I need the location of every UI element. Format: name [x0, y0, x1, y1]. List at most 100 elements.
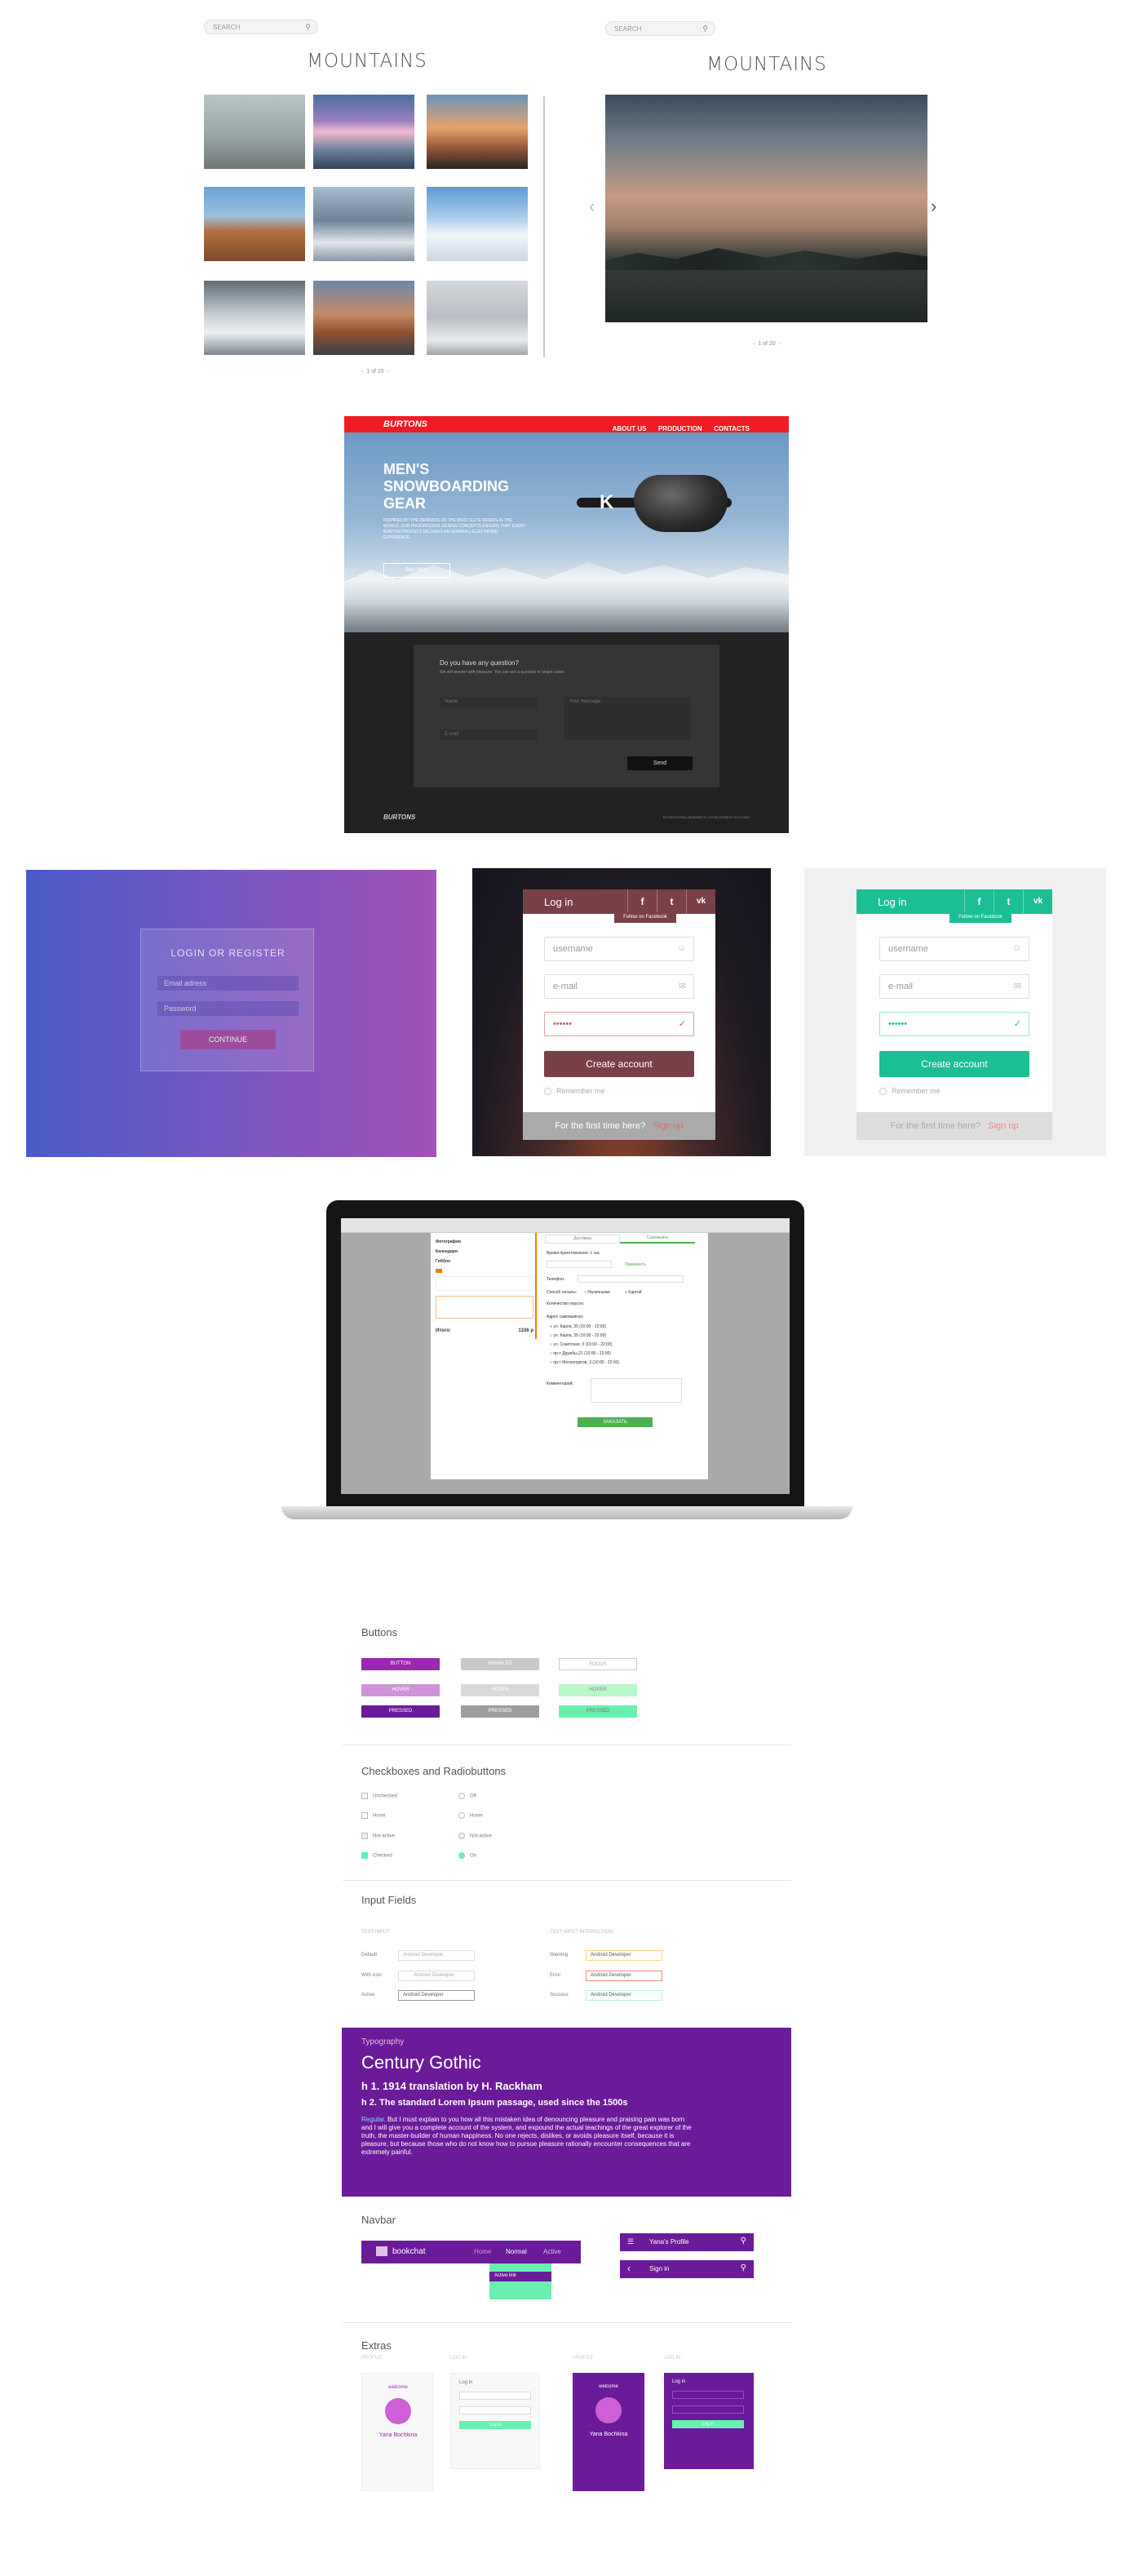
- next-icon[interactable]: ›: [779, 341, 781, 347]
- checkbox-not-active[interactable]: Not-active: [361, 1833, 395, 1839]
- nav-about[interactable]: ABOUT US: [613, 425, 647, 432]
- apply-link[interactable]: Применить: [625, 1262, 646, 1267]
- address-option[interactable]: ○ пр-т Металлургов, 3 (10:00 - 22:00): [550, 1359, 619, 1368]
- input-with-icon[interactable]: Android Developer: [398, 1971, 475, 1981]
- payment-cash[interactable]: ○ Наличными: [584, 1290, 610, 1295]
- burton-logo[interactable]: BURTONS: [383, 419, 427, 429]
- next-icon[interactable]: ›: [387, 369, 389, 375]
- radio-on[interactable]: On: [458, 1852, 476, 1859]
- vk-icon[interactable]: vk: [1023, 889, 1052, 914]
- btn-green-pressed[interactable]: PRESSED: [559, 1705, 637, 1718]
- input-success[interactable]: Android Developer: [586, 1990, 662, 2001]
- email-input[interactable]: Email adress: [157, 976, 299, 991]
- create-account-button[interactable]: Create account: [544, 1051, 694, 1077]
- username-input[interactable]: username ☺: [544, 937, 694, 961]
- navbar-brand[interactable]: bookchat: [392, 2247, 426, 2256]
- password-input[interactable]: •••••• ✓: [879, 1012, 1029, 1036]
- dropdown-item[interactable]: Active link: [489, 2272, 551, 2281]
- prev-icon[interactable]: ‹: [753, 341, 755, 347]
- gallery-main-image[interactable]: [605, 95, 927, 322]
- payment-card[interactable]: ● Картой: [625, 1290, 642, 1295]
- search-input[interactable]: SEARCH ⚲: [605, 21, 715, 36]
- gallery-thumb[interactable]: [427, 95, 528, 169]
- sign-up-link[interactable]: Sign up: [653, 1121, 683, 1131]
- gallery-thumb[interactable]: [427, 187, 528, 261]
- back-icon[interactable]: ‹: [627, 2263, 631, 2274]
- gallery-thumb[interactable]: [313, 281, 414, 355]
- name-input[interactable]: Name: [440, 697, 538, 707]
- send-button[interactable]: Send: [627, 756, 693, 770]
- email-input[interactable]: e-mail ✉: [879, 974, 1029, 999]
- password-input[interactable]: Password: [157, 1001, 299, 1016]
- btn-grey-pressed[interactable]: PRESSED: [461, 1705, 539, 1718]
- gallery-thumb[interactable]: [204, 95, 305, 169]
- facebook-icon[interactable]: f: [627, 889, 657, 914]
- comment-textarea[interactable]: [591, 1378, 682, 1403]
- radio-off[interactable]: Off: [458, 1793, 476, 1799]
- login-button[interactable]: Log in: [459, 2421, 531, 2429]
- input-active[interactable]: Android Developer: [398, 1990, 475, 2001]
- continue-button[interactable]: CONTINUE: [180, 1030, 276, 1049]
- promo-input[interactable]: [547, 1261, 612, 1268]
- checkbox-checked[interactable]: Checked: [361, 1852, 392, 1859]
- btn-grey-hover[interactable]: HOVER: [461, 1684, 539, 1696]
- input-error[interactable]: Android Developer: [586, 1971, 662, 1981]
- search-icon[interactable]: ⚲: [741, 2237, 746, 2246]
- btn-focus[interactable]: FOCUS: [559, 1658, 637, 1670]
- create-account-button[interactable]: Create account: [879, 1051, 1029, 1077]
- next-arrow-icon[interactable]: ›: [931, 196, 936, 217]
- gallery-thumb[interactable]: [313, 187, 414, 261]
- vk-icon[interactable]: vk: [686, 889, 715, 914]
- password-input[interactable]: •••••• ✓: [544, 1012, 694, 1036]
- btn-disabled[interactable]: DISABLED: [461, 1658, 539, 1670]
- gallery-scrollbar[interactable]: [543, 96, 545, 357]
- btn-pressed[interactable]: PRESSED: [361, 1705, 440, 1718]
- twitter-icon[interactable]: t: [657, 889, 686, 914]
- login-input[interactable]: [672, 2391, 744, 2399]
- message-textarea[interactable]: Your message: [564, 697, 691, 740]
- btn-green-hover[interactable]: HOVER: [559, 1684, 637, 1696]
- twitter-icon[interactable]: t: [994, 889, 1023, 914]
- login-button[interactable]: Log in: [672, 2420, 744, 2428]
- radio-not-active[interactable]: Not-active: [458, 1833, 492, 1839]
- footer-logo[interactable]: BURTONS: [383, 814, 415, 821]
- address-option[interactable]: ○ пр-т Дружбы,21 (10:00 - 22:00): [550, 1350, 619, 1359]
- search-icon[interactable]: ⚲: [741, 2263, 746, 2272]
- sign-up-link[interactable]: Sign up: [988, 1121, 1018, 1131]
- address-option[interactable]: ○ ул. Карла, 35 (10:00 - 22:00): [550, 1332, 619, 1341]
- checkbox-hover[interactable]: Hover: [361, 1812, 386, 1819]
- gallery-thumb[interactable]: [204, 187, 305, 261]
- order-button[interactable]: ЗАКАЗАТЬ: [578, 1417, 653, 1427]
- username-input[interactable]: username ☺: [879, 937, 1029, 961]
- checkbox-unchecked[interactable]: Unchecked: [361, 1793, 397, 1799]
- login-input[interactable]: [459, 2392, 531, 2400]
- gallery-thumb[interactable]: [427, 281, 528, 355]
- address-option[interactable]: ● ул. Карла, 35 (10:00 - 22:00): [550, 1323, 619, 1332]
- email-input[interactable]: E-mail: [440, 729, 538, 740]
- btn-hover[interactable]: HOVER: [361, 1684, 440, 1696]
- email-input[interactable]: e-mail ✉: [544, 974, 694, 999]
- menu-icon[interactable]: ☰: [627, 2237, 634, 2246]
- password-input[interactable]: [672, 2405, 744, 2414]
- prev-icon[interactable]: ‹: [361, 369, 363, 375]
- radio-hover[interactable]: Hover: [458, 1812, 483, 1819]
- input-warning[interactable]: Android Developer: [586, 1950, 662, 1961]
- nav-home[interactable]: Home: [474, 2248, 491, 2255]
- input-default[interactable]: Android Developer: [398, 1950, 475, 1961]
- tab-delivery[interactable]: Доставка: [545, 1235, 620, 1244]
- address-option[interactable]: ○ ул. Советская, 3 (10:00 - 22:00): [550, 1341, 619, 1350]
- prev-arrow-icon[interactable]: ‹: [589, 196, 595, 217]
- btn-default[interactable]: BUTTON: [361, 1658, 440, 1670]
- gallery-thumb[interactable]: [313, 95, 414, 169]
- nav-production[interactable]: PRODUCTION: [658, 425, 702, 432]
- phone-input[interactable]: [578, 1275, 684, 1283]
- remember-me-checkbox[interactable]: Remember me: [879, 1087, 941, 1096]
- tab-pickup[interactable]: Самовывоз: [620, 1235, 695, 1244]
- facebook-icon[interactable]: f: [964, 889, 994, 914]
- password-input[interactable]: [459, 2406, 531, 2414]
- remember-me-checkbox[interactable]: Remember me: [544, 1087, 605, 1096]
- nav-active[interactable]: Active: [543, 2248, 561, 2255]
- nav-normal[interactable]: Normal: [506, 2248, 527, 2255]
- buy-now-button[interactable]: Buy Now: [383, 563, 450, 578]
- nav-contacts[interactable]: CONTACTS: [714, 425, 750, 432]
